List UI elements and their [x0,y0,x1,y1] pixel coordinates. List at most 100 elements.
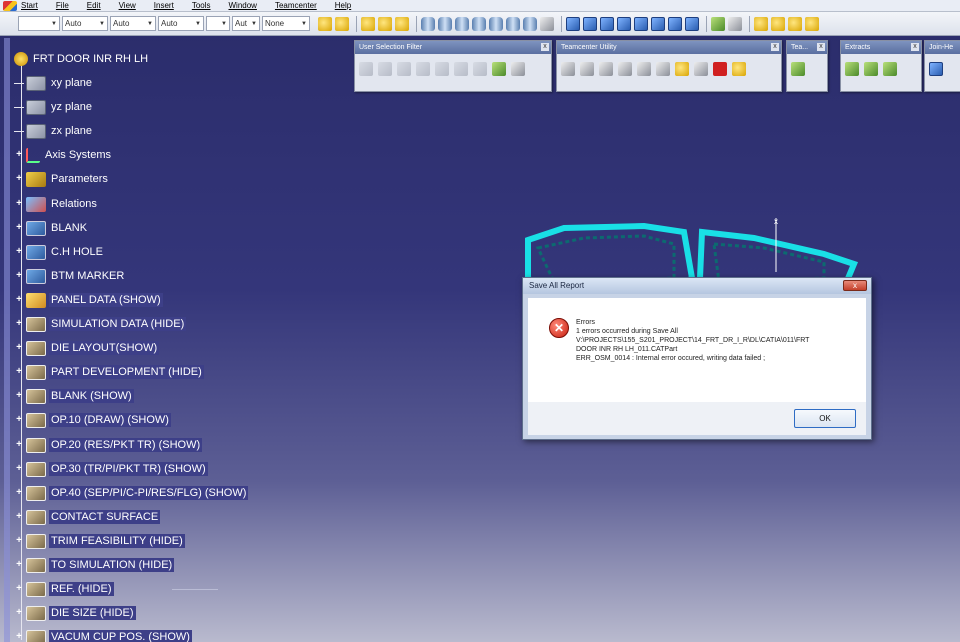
tree-node[interactable]: + Relations [14,195,99,213]
menu-window[interactable]: Window [229,1,257,10]
user-group-icon[interactable] [788,16,802,31]
back-view-icon[interactable] [600,16,614,31]
expand-icon[interactable]: + [14,488,24,498]
close-icon[interactable]: x [911,43,919,51]
text-icon[interactable] [561,62,575,76]
user-icon[interactable] [771,16,785,31]
tool-palette-icon[interactable] [492,62,506,76]
multiple-extract-icon[interactable] [883,62,897,76]
menu-edit[interactable]: Edit [87,1,101,10]
expand-icon[interactable]: + [14,391,24,401]
catia-logo-icon[interactable] [3,0,17,11]
menu-start[interactable]: Start [21,1,38,10]
tree-node[interactable]: + TO SIMULATION (HIDE) [14,556,175,574]
user-search-icon[interactable] [805,16,819,31]
front-view-icon[interactable] [583,16,597,31]
expand-icon[interactable]: + [14,343,24,353]
cylinder-icon[interactable] [472,16,486,31]
cylinder-icon[interactable] [489,16,503,31]
close-icon[interactable]: x [541,43,549,51]
tree-node[interactable]: + OP.30 (TR/PI/PKT TR) (SHOW) [14,460,208,478]
layer-select[interactable]: None ▼ [262,16,310,31]
linetype-select[interactable]: Auto ▼ [158,16,204,31]
tree-node[interactable]: + BLANK (SHOW) [14,387,134,405]
toolbar-title[interactable]: Teamcenter Utility [557,41,781,54]
close-icon[interactable]: x [771,43,779,51]
thickness-select[interactable]: Auto ▼ [110,16,156,31]
menu-tools[interactable]: Tools [192,1,211,10]
upload-icon[interactable] [580,62,594,76]
cylinder-icon[interactable] [455,16,469,31]
tree-node[interactable]: + DIE LAYOUT(SHOW) [14,339,160,357]
tree-node[interactable]: xy plane [14,74,94,92]
expand-icon[interactable]: + [14,608,24,618]
menu-teamcenter[interactable]: Teamcenter [275,1,317,10]
tree-node[interactable]: + Axis Systems [14,146,113,164]
right-view-icon[interactable] [634,16,648,31]
render-icon[interactable] [711,16,725,31]
expand-icon[interactable]: + [14,223,24,233]
tree-node[interactable]: + PANEL DATA (SHOW) [14,291,163,309]
expand-icon[interactable]: + [14,150,24,160]
top-view-icon[interactable] [651,16,665,31]
expand-icon[interactable]: + [14,512,24,522]
tree-scroll-rail[interactable] [4,38,10,642]
open-folder-icon[interactable] [754,16,768,31]
tree-node[interactable]: + DIE SIZE (HIDE) [14,604,136,622]
tree-node[interactable]: + OP.20 (RES/PKT TR) (SHOW) [14,436,203,454]
tree-node[interactable]: + OP.40 (SEP/PI/C-PI/RES/FLG) (SHOW) [14,484,249,502]
menu-file[interactable]: File [56,1,69,10]
color-select[interactable]: Auto ▼ [62,16,108,31]
tree-node[interactable]: + Parameters [14,170,110,188]
expand-icon[interactable]: + [14,632,24,642]
paint-icon[interactable] [318,16,332,31]
cylinder-icon[interactable] [523,16,537,31]
sun-icon[interactable] [378,16,392,31]
help-icon[interactable] [540,16,554,31]
tree-node[interactable]: + VACUM CUP POS. (SHOW) [14,628,192,642]
feature-filter-icon[interactable] [435,62,449,76]
expand-icon[interactable]: + [14,367,24,377]
expand-icon[interactable]: + [14,536,24,546]
cylinder-icon[interactable] [421,16,435,31]
iso-view-icon[interactable] [566,16,580,31]
curve-filter-icon[interactable] [378,62,392,76]
volume-filter-icon[interactable] [416,62,430,76]
teamcenter-icon[interactable] [791,62,805,76]
expand-icon[interactable]: + [14,319,24,329]
tree-node[interactable]: + BTM MARKER [14,267,126,285]
tree-node[interactable]: + TRIM FEASIBILITY (HIDE) [14,532,185,550]
ok-button[interactable]: OK [794,409,856,428]
expand-icon[interactable]: + [14,584,24,594]
expand-icon[interactable]: + [14,174,24,184]
menu-help[interactable]: Help [335,1,351,10]
point-style-select[interactable]: ▼ [206,16,230,31]
menu-view[interactable]: View [119,1,136,10]
light-icon[interactable] [395,16,409,31]
render-style-select[interactable]: Aut ▼ [232,16,260,31]
tree-node[interactable]: + OP.10 (DRAW) (SHOW) [14,411,171,429]
expand-icon[interactable]: + [14,440,24,450]
quick-select-icon[interactable] [473,62,487,76]
link-icon[interactable] [656,62,670,76]
expand-icon[interactable]: + [14,271,24,281]
brush-icon[interactable] [335,16,349,31]
tree-node[interactable]: + CONTACT SURFACE [14,508,161,526]
expand-icon[interactable]: + [14,295,24,305]
toolbar-title[interactable]: User Selection Filter [355,41,551,54]
expand-icon[interactable]: + [14,560,24,570]
refresh-icon[interactable] [675,62,689,76]
network-icon[interactable] [694,62,708,76]
surface-filter-icon[interactable] [397,62,411,76]
boundary-icon[interactable] [845,62,859,76]
join-icon[interactable] [929,62,943,76]
tree-node[interactable]: + BLANK [14,219,89,237]
left-view-icon[interactable] [617,16,631,31]
dialog-close-button[interactable]: x [843,280,867,291]
bottom-view-icon[interactable] [668,16,682,31]
tree-node[interactable]: yz plane [14,98,94,116]
tree-node[interactable]: + PART DEVELOPMENT (HIDE) [14,363,204,381]
clipboard-icon[interactable] [618,62,632,76]
tree-node[interactable]: + SIMULATION DATA (HIDE) [14,315,187,333]
expand-icon[interactable]: + [14,464,24,474]
